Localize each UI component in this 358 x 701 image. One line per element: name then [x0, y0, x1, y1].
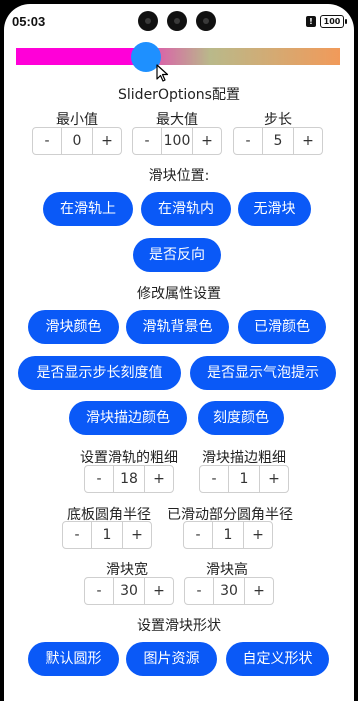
modify-props-title: 修改属性设置: [137, 286, 221, 302]
max-decrement-button[interactable]: -: [133, 128, 161, 154]
thumb-border-color-button[interactable]: 滑块描边颜色: [69, 401, 187, 435]
status-bar: 05:03 ! 100: [4, 4, 354, 34]
thumb-border-width-label: 滑块描边粗细: [202, 450, 286, 466]
base-radius-value[interactable]: 1: [91, 522, 123, 548]
options-title: SliderOptions配置: [118, 87, 240, 103]
on-track-button[interactable]: 在滑轨上: [43, 192, 133, 226]
camera-icon: [196, 11, 216, 31]
thumb-width-value[interactable]: 30: [113, 578, 145, 604]
image-resource-button[interactable]: 图片资源: [126, 642, 217, 676]
camera-icon: [167, 11, 187, 31]
track-thickness-decrement-button[interactable]: -: [85, 466, 113, 492]
thumb-height-increment-button[interactable]: +: [245, 578, 273, 604]
thumb-height-decrement-button[interactable]: -: [185, 578, 213, 604]
max-value[interactable]: 100: [161, 128, 193, 154]
scale-color-button[interactable]: 刻度颜色: [198, 401, 284, 435]
system-icons: ! 100: [306, 15, 347, 28]
battery-icon: 100: [320, 15, 347, 28]
app-screen: 05:03 ! 100 SliderOptions配置 最小值 - 0 + 最大…: [4, 4, 354, 701]
min-label: 最小值: [56, 112, 98, 128]
slider-shape-title: 设置滑块形状: [137, 618, 221, 634]
slider[interactable]: [16, 42, 340, 72]
thumb-width-stepper: - 30 +: [84, 577, 174, 605]
device-frame: 05:03 ! 100 SliderOptions配置 最小值 - 0 + 最大…: [0, 0, 358, 701]
step-value[interactable]: 5: [262, 128, 294, 154]
thumb-color-button[interactable]: 滑块颜色: [28, 310, 119, 344]
reverse-button[interactable]: 是否反向: [133, 238, 221, 272]
default-circle-button[interactable]: 默认圆形: [28, 642, 119, 676]
track-thickness-increment-button[interactable]: +: [145, 466, 173, 492]
min-value[interactable]: 0: [61, 128, 93, 154]
base-radius-increment-button[interactable]: +: [123, 522, 151, 548]
max-stepper: - 100 +: [132, 127, 222, 155]
thumb-height-value[interactable]: 30: [213, 578, 245, 604]
thumb-border-width-value[interactable]: 1: [228, 466, 260, 492]
custom-shape-button[interactable]: 自定义形状: [226, 642, 329, 676]
thumb-border-width-decrement-button[interactable]: -: [200, 466, 228, 492]
camera-icon: [138, 11, 158, 31]
selected-radius-increment-button[interactable]: +: [244, 522, 272, 548]
selected-radius-value[interactable]: 1: [212, 522, 244, 548]
track-thickness-label: 设置滑轨的粗细: [80, 450, 178, 466]
in-track-button[interactable]: 在滑轨内: [141, 192, 231, 226]
thumb-border-width-stepper: - 1 +: [199, 465, 289, 493]
show-tips-button[interactable]: 是否显示气泡提示: [190, 356, 336, 390]
thumb-width-label: 滑块宽: [106, 562, 148, 578]
selected-radius-stepper: - 1 +: [183, 521, 273, 549]
min-decrement-button[interactable]: -: [33, 128, 61, 154]
track-thickness-stepper: - 18 +: [84, 465, 174, 493]
step-increment-button[interactable]: +: [294, 128, 322, 154]
max-increment-button[interactable]: +: [193, 128, 221, 154]
slider-selected-track: [16, 48, 146, 65]
base-radius-decrement-button[interactable]: -: [63, 522, 91, 548]
mouse-cursor-icon: [156, 64, 169, 82]
selected-color-button[interactable]: 已滑颜色: [238, 310, 326, 344]
min-stepper: - 0 +: [32, 127, 122, 155]
thumb-height-stepper: - 30 +: [184, 577, 274, 605]
step-label: 步长: [264, 112, 292, 128]
slider-position-title: 滑块位置:: [148, 168, 210, 184]
status-time: 05:03: [12, 14, 46, 29]
max-label: 最大值: [156, 112, 198, 128]
show-steps-button[interactable]: 是否显示步长刻度值: [18, 356, 181, 390]
track-thickness-value[interactable]: 18: [113, 466, 145, 492]
camera-cutouts: [138, 11, 216, 31]
min-increment-button[interactable]: +: [93, 128, 121, 154]
thumb-width-decrement-button[interactable]: -: [85, 578, 113, 604]
base-radius-stepper: - 1 +: [62, 521, 152, 549]
thumb-width-increment-button[interactable]: +: [145, 578, 173, 604]
selected-radius-decrement-button[interactable]: -: [184, 522, 212, 548]
track-bg-color-button[interactable]: 滑轨背景色: [126, 310, 229, 344]
no-thumb-button[interactable]: 无滑块: [238, 192, 311, 226]
thumb-height-label: 滑块高: [206, 562, 248, 578]
step-decrement-button[interactable]: -: [234, 128, 262, 154]
step-stepper: - 5 +: [233, 127, 323, 155]
alert-icon: !: [306, 16, 316, 27]
thumb-border-width-increment-button[interactable]: +: [260, 466, 288, 492]
